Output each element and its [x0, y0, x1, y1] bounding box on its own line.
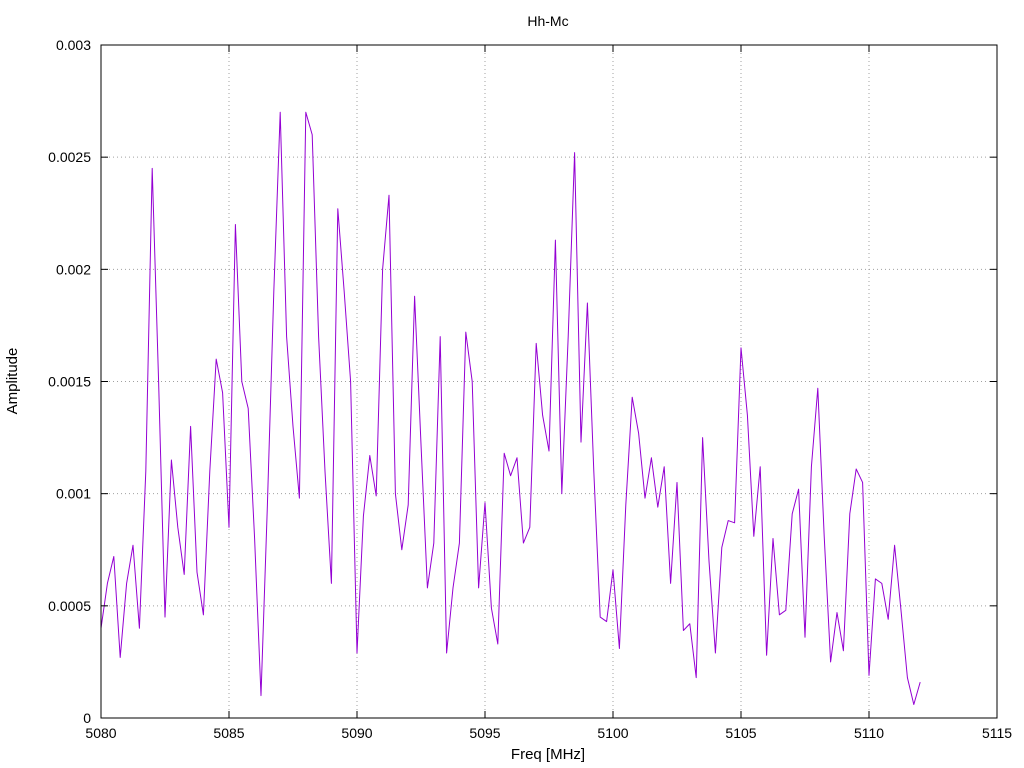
x-tick-label: 5080 [85, 725, 116, 741]
x-axis-label: Freq [MHz] [511, 746, 585, 763]
x-tick-label: 5110 [854, 725, 884, 741]
line-chart: 5080 5085 5090 5095 5100 5105 5110 5115 0 0.0005… [0, 0, 1024, 768]
y-tick-label: 0.003 [56, 37, 91, 53]
x-tick-label: 5095 [469, 725, 500, 741]
chart-title: Hh-Mc [527, 13, 568, 29]
y-tick-label: 0.001 [56, 486, 91, 502]
x-tick-label: 5115 [982, 725, 1012, 741]
y-tick-label: 0.0015 [48, 374, 91, 390]
x-tick-label: 5090 [341, 725, 372, 741]
y-axis-label: Amplitude [4, 348, 21, 415]
x-tick-label: 5105 [725, 725, 756, 741]
y-tick-label: 0.0025 [48, 149, 91, 165]
y-tick-label: 0 [83, 710, 91, 726]
y-tick-label: 0.002 [56, 261, 91, 277]
x-tick-label: 5100 [597, 725, 628, 741]
y-tick-label: 0.0005 [48, 598, 91, 614]
x-tick-label: 5085 [213, 725, 244, 741]
